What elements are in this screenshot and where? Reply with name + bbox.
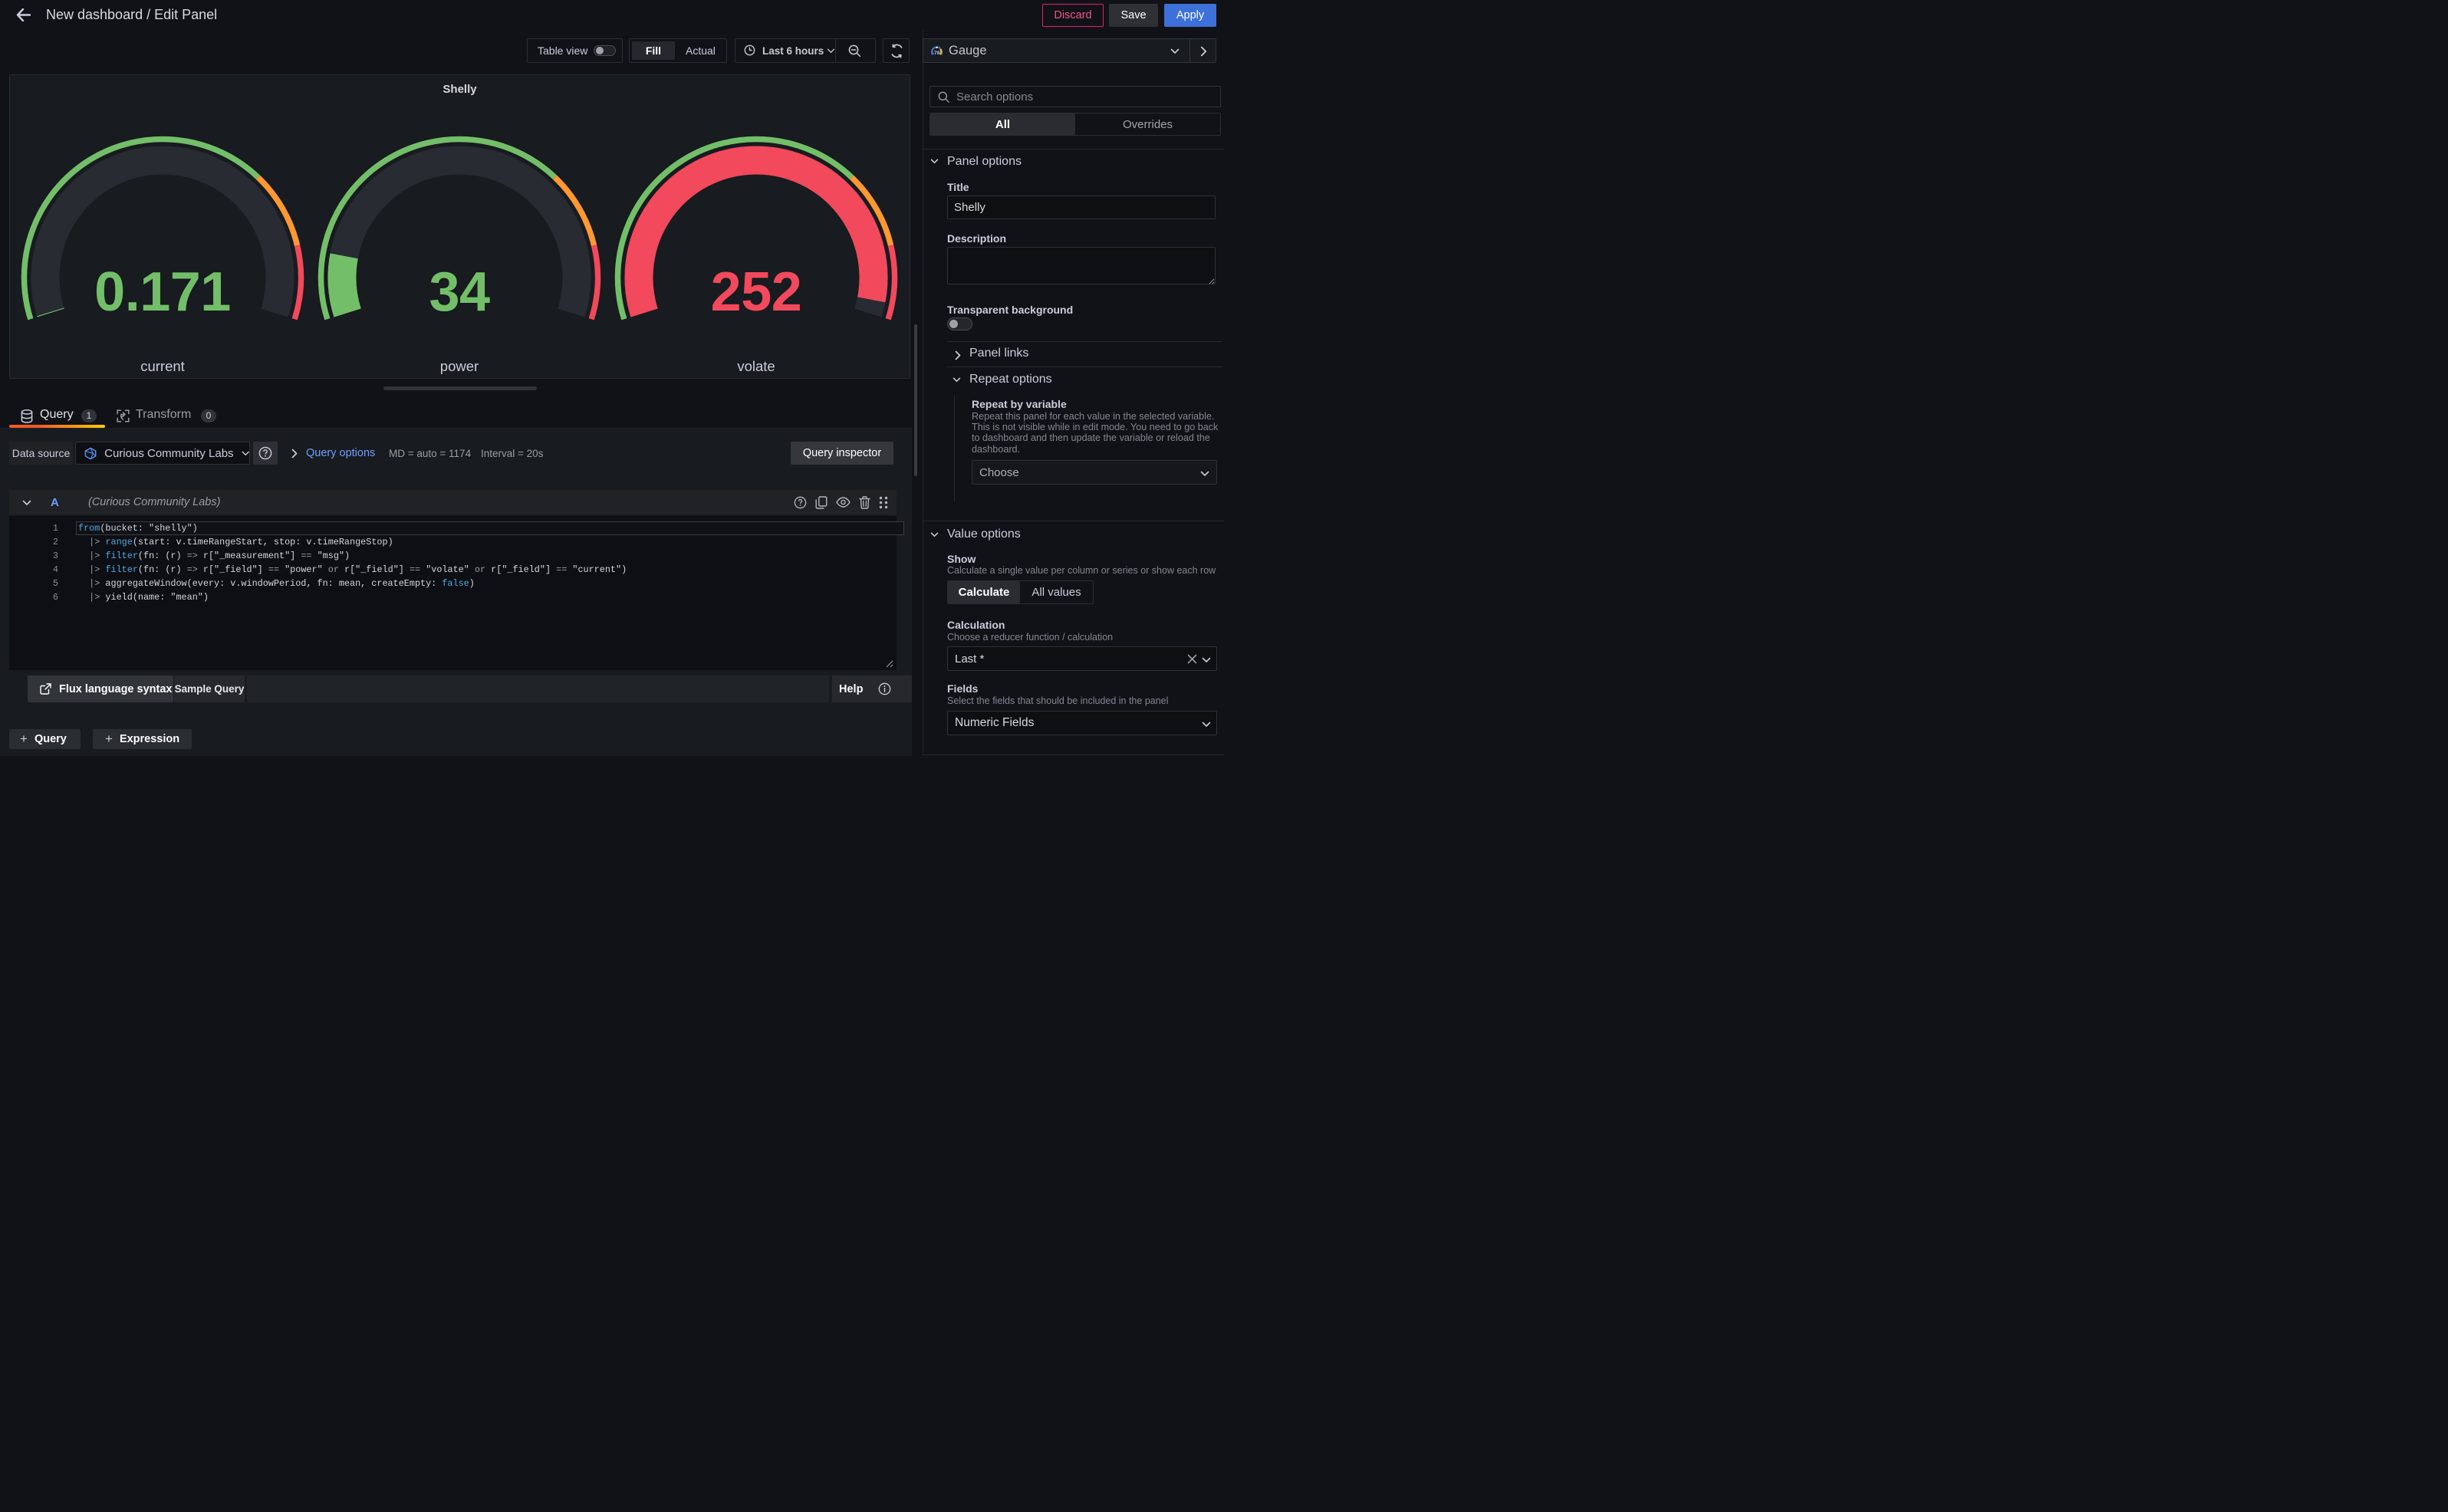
svg-text:79: 79 bbox=[934, 51, 940, 56]
